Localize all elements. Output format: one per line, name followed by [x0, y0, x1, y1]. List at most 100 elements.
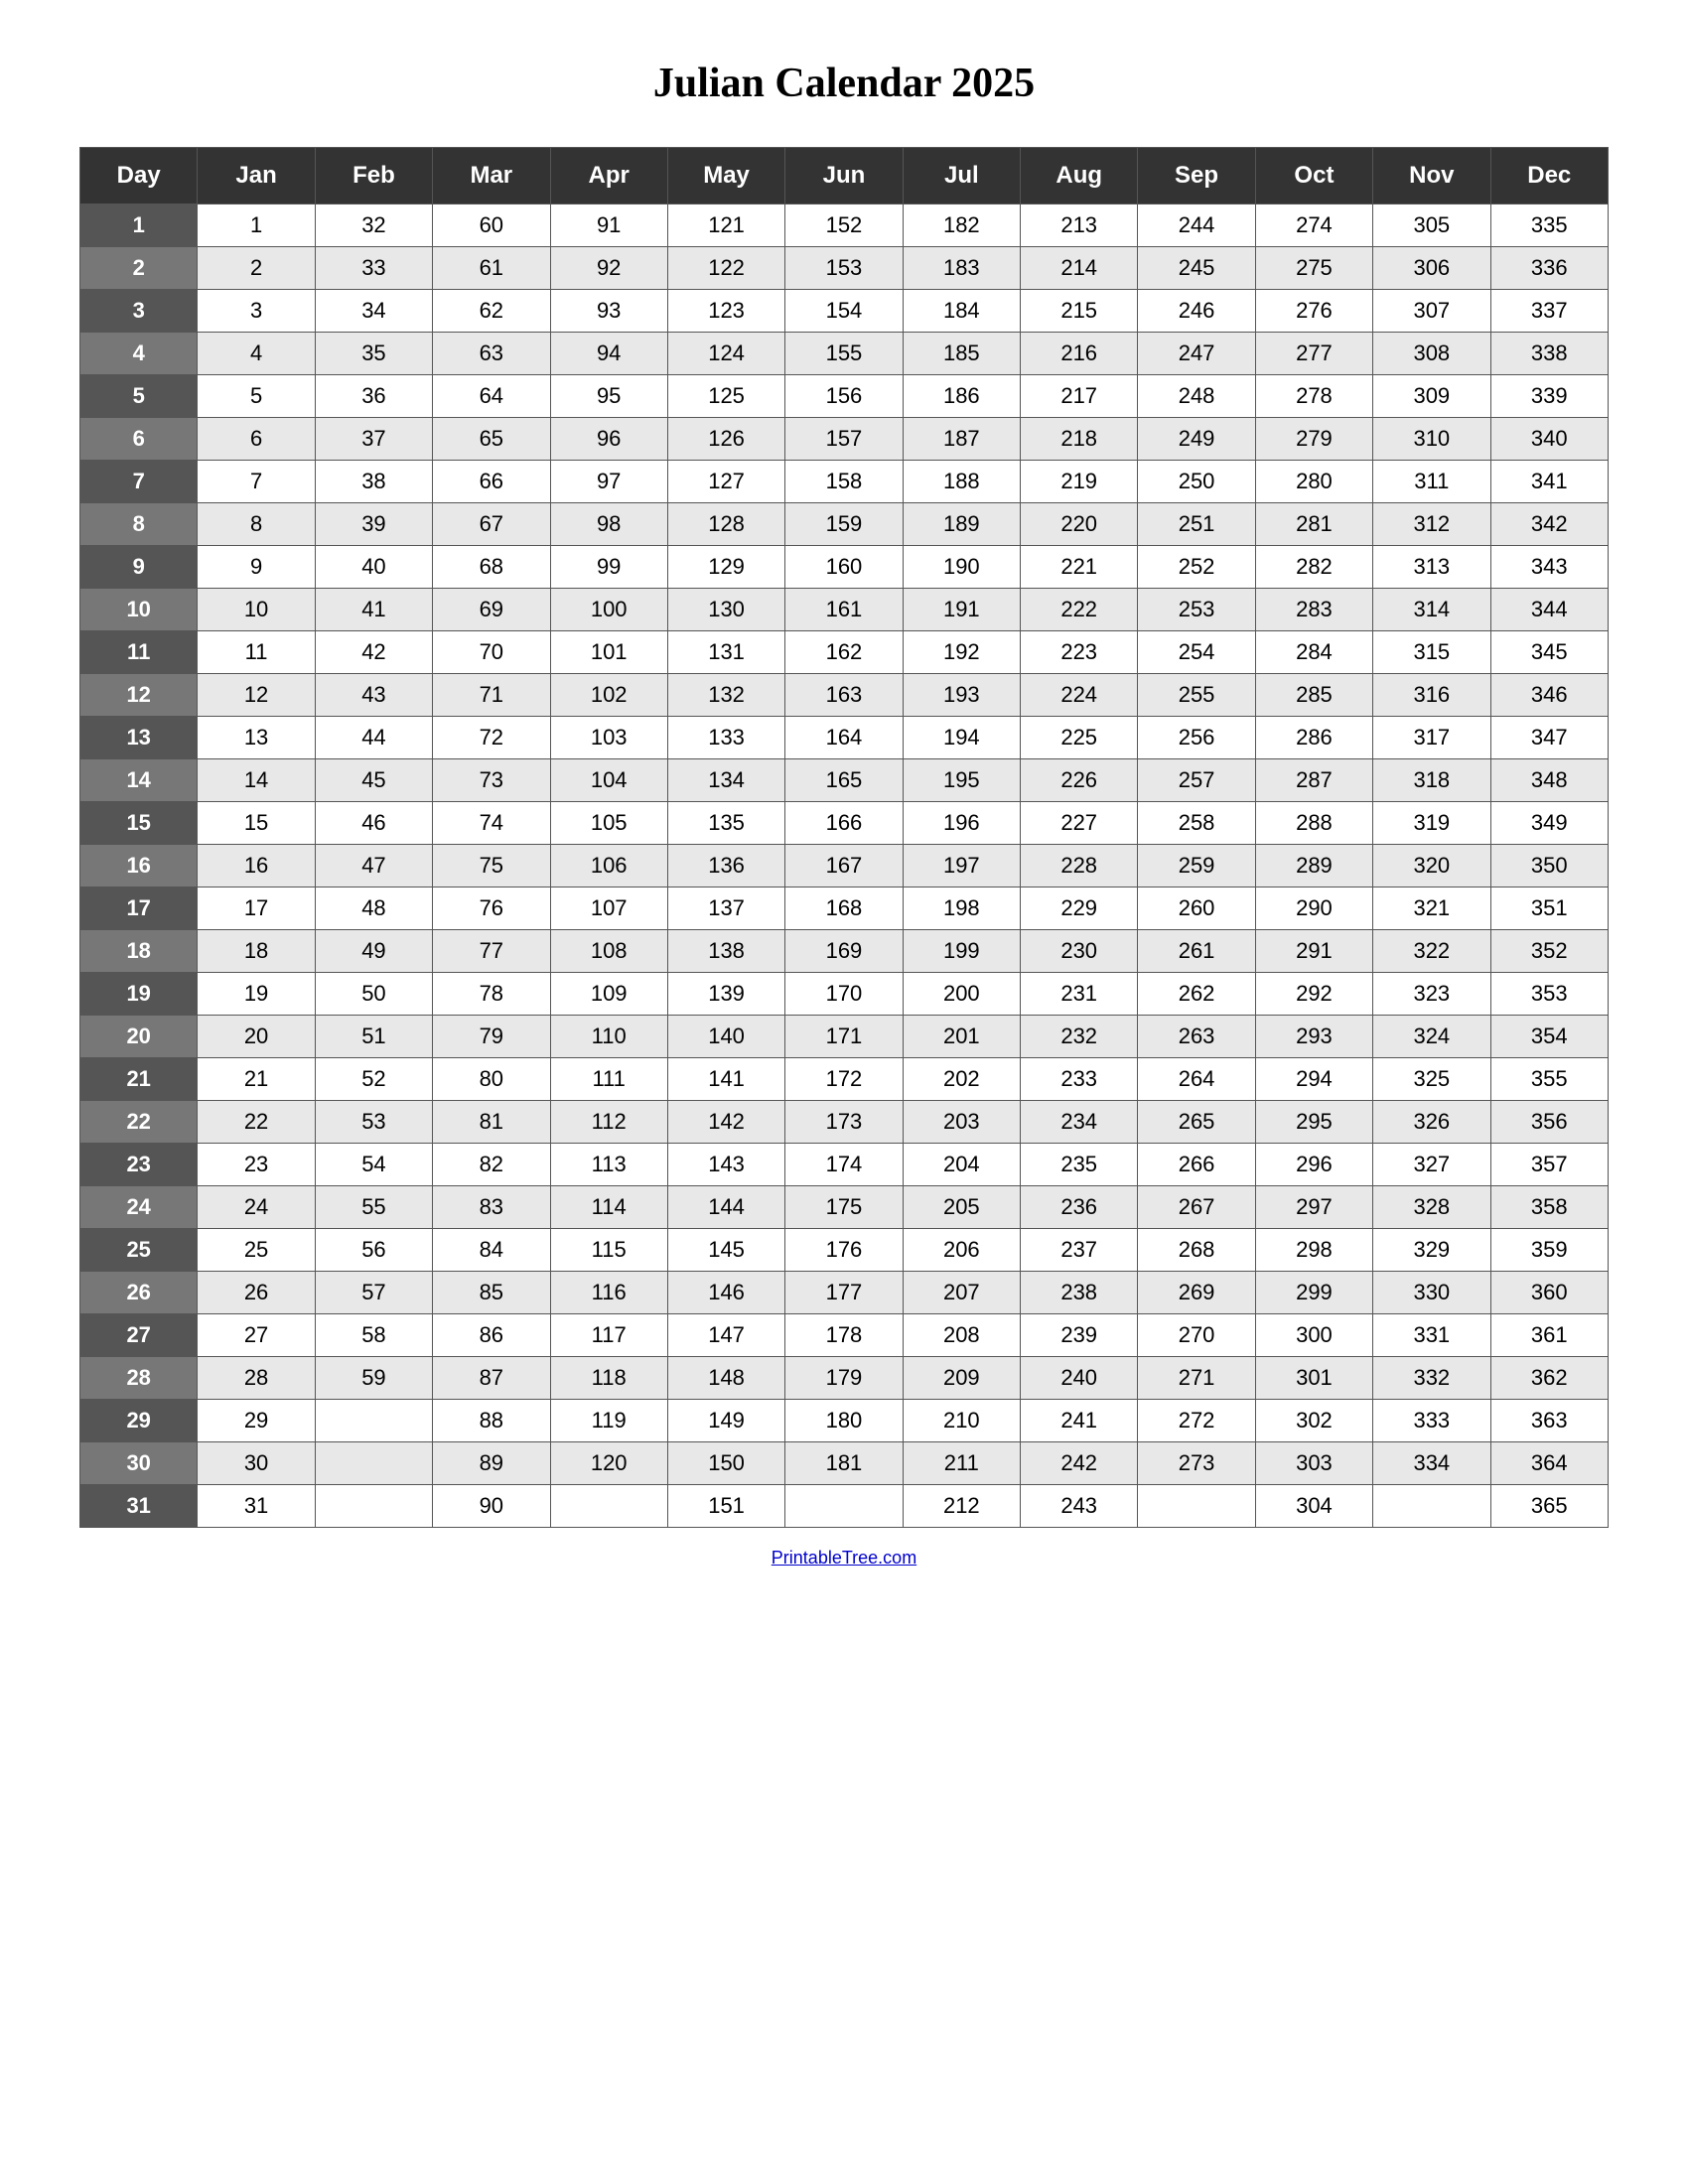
month-cell-nov: 321: [1373, 887, 1490, 930]
column-header-may: May: [667, 148, 784, 205]
month-cell-feb: 35: [315, 333, 432, 375]
month-cell-aug: 216: [1021, 333, 1138, 375]
footer-link[interactable]: PrintableTree.com: [772, 1548, 916, 1569]
month-cell-aug: 231: [1021, 973, 1138, 1016]
month-cell-nov: 306: [1373, 247, 1490, 290]
month-cell-jun: 155: [785, 333, 903, 375]
month-cell-aug: 222: [1021, 589, 1138, 631]
month-cell-jan: 29: [198, 1400, 315, 1442]
month-cell-dec: 344: [1490, 589, 1609, 631]
month-cell-oct: 292: [1255, 973, 1372, 1016]
month-cell-mar: 79: [433, 1016, 550, 1058]
month-cell-jan: 21: [198, 1058, 315, 1101]
month-cell-nov: 319: [1373, 802, 1490, 845]
month-cell-may: 139: [667, 973, 784, 1016]
month-cell-nov: 311: [1373, 461, 1490, 503]
month-cell-mar: 70: [433, 631, 550, 674]
month-cell-aug: 223: [1021, 631, 1138, 674]
month-cell-apr: 100: [550, 589, 667, 631]
column-header-apr: Apr: [550, 148, 667, 205]
month-cell-aug: 217: [1021, 375, 1138, 418]
month-cell-jul: 193: [903, 674, 1020, 717]
month-cell-may: 126: [667, 418, 784, 461]
table-row: 55366495125156186217248278309339: [80, 375, 1609, 418]
table-row: 11326091121152182213244274305335: [80, 205, 1609, 247]
month-cell-aug: 234: [1021, 1101, 1138, 1144]
month-cell-mar: 64: [433, 375, 550, 418]
month-cell-sep: 259: [1138, 845, 1255, 887]
month-cell-sep: 246: [1138, 290, 1255, 333]
table-row: 26265785116146177207238269299330360: [80, 1272, 1609, 1314]
month-cell-aug: 220: [1021, 503, 1138, 546]
month-cell-mar: 69: [433, 589, 550, 631]
month-cell-dec: 335: [1490, 205, 1609, 247]
month-cell-nov: 308: [1373, 333, 1490, 375]
month-cell-oct: 276: [1255, 290, 1372, 333]
day-cell: 20: [80, 1016, 198, 1058]
day-cell: 2: [80, 247, 198, 290]
table-row: 44356394124155185216247277308338: [80, 333, 1609, 375]
month-cell-jan: 3: [198, 290, 315, 333]
month-cell-jul: 212: [903, 1485, 1020, 1528]
month-cell-may: 143: [667, 1144, 784, 1186]
month-cell-jun: 154: [785, 290, 903, 333]
month-cell-jun: 156: [785, 375, 903, 418]
month-cell-apr: 110: [550, 1016, 667, 1058]
column-header-mar: Mar: [433, 148, 550, 205]
month-cell-feb: 36: [315, 375, 432, 418]
month-cell-oct: 282: [1255, 546, 1372, 589]
month-cell-nov: 323: [1373, 973, 1490, 1016]
month-cell-nov: 324: [1373, 1016, 1490, 1058]
month-cell-may: 125: [667, 375, 784, 418]
month-cell-sep: 271: [1138, 1357, 1255, 1400]
month-cell-oct: 277: [1255, 333, 1372, 375]
month-cell-may: 146: [667, 1272, 784, 1314]
month-cell-nov: 332: [1373, 1357, 1490, 1400]
month-cell-feb: [315, 1485, 432, 1528]
month-cell-jan: 19: [198, 973, 315, 1016]
month-cell-nov: 330: [1373, 1272, 1490, 1314]
table-row: 13134472103133164194225256286317347: [80, 717, 1609, 759]
table-row: 292988119149180210241272302333363: [80, 1400, 1609, 1442]
day-cell: 30: [80, 1442, 198, 1485]
month-cell-jan: 9: [198, 546, 315, 589]
month-cell-apr: 108: [550, 930, 667, 973]
month-cell-jun: 164: [785, 717, 903, 759]
month-cell-aug: 215: [1021, 290, 1138, 333]
month-cell-apr: 106: [550, 845, 667, 887]
month-cell-jan: 22: [198, 1101, 315, 1144]
month-cell-jan: 27: [198, 1314, 315, 1357]
month-cell-aug: 233: [1021, 1058, 1138, 1101]
month-cell-sep: 257: [1138, 759, 1255, 802]
table-row: 88396798128159189220251281312342: [80, 503, 1609, 546]
month-cell-oct: 285: [1255, 674, 1372, 717]
table-row: 313190151212243304365: [80, 1485, 1609, 1528]
month-cell-jun: 159: [785, 503, 903, 546]
month-cell-jul: 211: [903, 1442, 1020, 1485]
month-cell-apr: 120: [550, 1442, 667, 1485]
month-cell-jun: 169: [785, 930, 903, 973]
month-cell-aug: 213: [1021, 205, 1138, 247]
month-cell-jun: 158: [785, 461, 903, 503]
month-cell-oct: 289: [1255, 845, 1372, 887]
month-cell-aug: 237: [1021, 1229, 1138, 1272]
month-cell-dec: 362: [1490, 1357, 1609, 1400]
month-cell-jun: 162: [785, 631, 903, 674]
month-cell-dec: 338: [1490, 333, 1609, 375]
month-cell-aug: 218: [1021, 418, 1138, 461]
table-row: 17174876107137168198229260290321351: [80, 887, 1609, 930]
month-cell-sep: 269: [1138, 1272, 1255, 1314]
column-header-feb: Feb: [315, 148, 432, 205]
month-cell-dec: 361: [1490, 1314, 1609, 1357]
month-cell-dec: 348: [1490, 759, 1609, 802]
month-cell-may: 151: [667, 1485, 784, 1528]
month-cell-oct: 299: [1255, 1272, 1372, 1314]
month-cell-dec: 336: [1490, 247, 1609, 290]
month-cell-feb: 42: [315, 631, 432, 674]
day-cell: 31: [80, 1485, 198, 1528]
month-cell-may: 140: [667, 1016, 784, 1058]
month-cell-apr: 114: [550, 1186, 667, 1229]
table-row: 21215280111141172202233264294325355: [80, 1058, 1609, 1101]
month-cell-apr: 107: [550, 887, 667, 930]
footer-text: PrintableTree.com: [772, 1548, 916, 1568]
